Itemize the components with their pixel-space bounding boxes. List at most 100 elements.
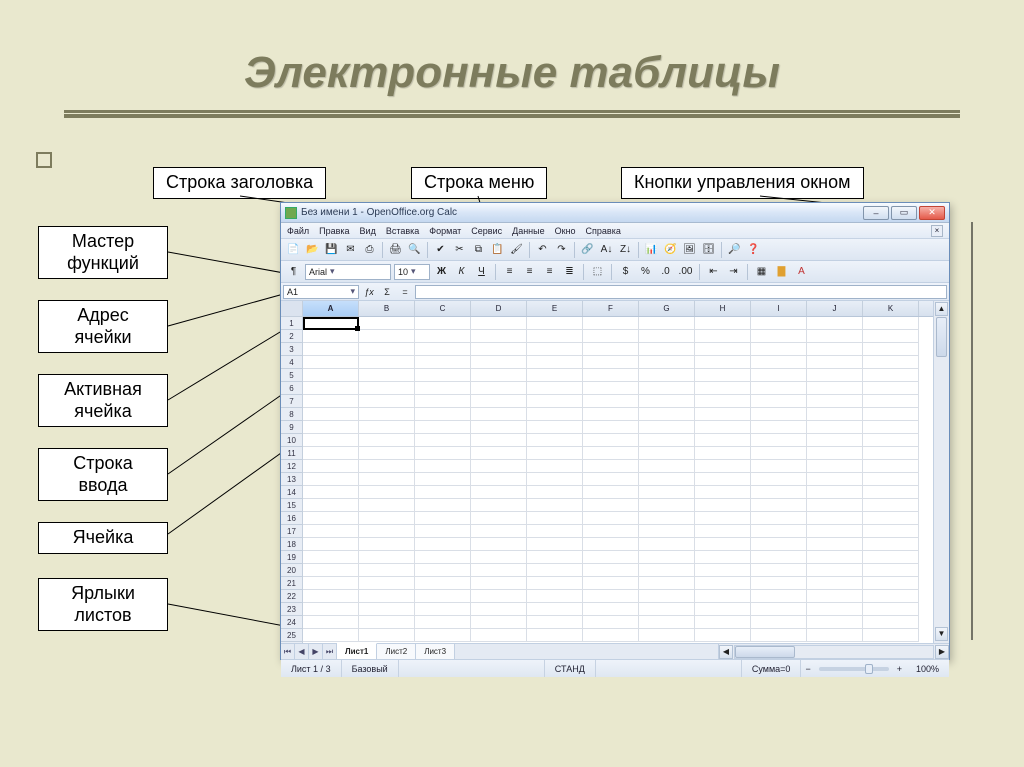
cell[interactable] [751, 551, 807, 564]
underline-icon[interactable]: Ч [473, 263, 490, 280]
scroll-up-icon[interactable]: ▲ [935, 302, 948, 316]
col-header-H[interactable]: H [695, 301, 751, 316]
cell[interactable] [751, 447, 807, 460]
cell[interactable] [807, 616, 863, 629]
cell[interactable] [807, 421, 863, 434]
cell[interactable] [415, 369, 471, 382]
cell[interactable] [415, 564, 471, 577]
cell[interactable] [695, 330, 751, 343]
cell[interactable] [583, 408, 639, 421]
cell[interactable] [695, 551, 751, 564]
zoom-slider[interactable] [819, 667, 889, 671]
cell[interactable] [751, 486, 807, 499]
row-header-7[interactable]: 7 [281, 395, 302, 408]
select-all-corner[interactable] [281, 301, 302, 317]
col-header-D[interactable]: D [471, 301, 527, 316]
cell[interactable] [583, 434, 639, 447]
cell[interactable] [751, 382, 807, 395]
cell[interactable] [359, 408, 415, 421]
cell[interactable] [303, 421, 359, 434]
cell[interactable] [695, 538, 751, 551]
cell[interactable] [359, 603, 415, 616]
cell[interactable] [471, 616, 527, 629]
cell[interactable] [415, 317, 471, 330]
cell[interactable] [583, 460, 639, 473]
cell[interactable] [695, 447, 751, 460]
cell[interactable] [751, 330, 807, 343]
cell[interactable] [863, 616, 919, 629]
cell[interactable] [303, 551, 359, 564]
navigator-icon[interactable]: 🧭 [662, 241, 679, 258]
cell[interactable] [751, 538, 807, 551]
cell[interactable] [303, 408, 359, 421]
cell[interactable] [639, 330, 695, 343]
find-icon[interactable]: 🔎 [726, 241, 743, 258]
cell[interactable] [527, 603, 583, 616]
cell[interactable] [359, 564, 415, 577]
cell[interactable] [359, 629, 415, 642]
cell[interactable] [471, 564, 527, 577]
zoom-thumb[interactable] [865, 664, 873, 674]
cell[interactable] [583, 499, 639, 512]
cell[interactable] [751, 369, 807, 382]
cell[interactable] [695, 317, 751, 330]
cell[interactable] [807, 330, 863, 343]
cell[interactable] [807, 603, 863, 616]
cell[interactable] [863, 447, 919, 460]
cell[interactable] [807, 564, 863, 577]
cells-area[interactable]: ABCDEFGHIJK [303, 301, 933, 643]
sheet-tab-bar[interactable]: ⏮ ◀ ▶ ⏭ Лист1 Лист2 Лист3 ◀ ▶ [281, 643, 949, 659]
print-icon[interactable]: 🖨 [387, 241, 404, 258]
cell[interactable] [471, 395, 527, 408]
cell[interactable] [807, 538, 863, 551]
cell[interactable] [359, 590, 415, 603]
cell[interactable] [751, 408, 807, 421]
cell[interactable] [527, 369, 583, 382]
cell[interactable] [527, 473, 583, 486]
cell[interactable] [359, 369, 415, 382]
cell[interactable] [303, 603, 359, 616]
menu-window[interactable]: Окно [555, 226, 576, 236]
cell[interactable] [639, 343, 695, 356]
row-header-5[interactable]: 5 [281, 369, 302, 382]
cell[interactable] [583, 330, 639, 343]
col-header-F[interactable]: F [583, 301, 639, 316]
col-header-J[interactable]: J [807, 301, 863, 316]
cell[interactable] [639, 460, 695, 473]
cell[interactable] [527, 616, 583, 629]
cell[interactable] [527, 564, 583, 577]
cell[interactable] [471, 434, 527, 447]
row-header-17[interactable]: 17 [281, 525, 302, 538]
zoom-plus-icon[interactable]: + [893, 664, 906, 674]
cell[interactable] [695, 564, 751, 577]
cell[interactable] [583, 551, 639, 564]
horizontal-scrollbar[interactable]: ◀ ▶ [719, 644, 949, 659]
cell[interactable] [527, 525, 583, 538]
copy-icon[interactable]: ⧉ [470, 241, 487, 258]
cell[interactable] [471, 356, 527, 369]
cell[interactable] [583, 564, 639, 577]
cell[interactable] [415, 512, 471, 525]
cell[interactable] [527, 512, 583, 525]
cell[interactable] [863, 356, 919, 369]
cell[interactable] [863, 551, 919, 564]
cell[interactable] [639, 473, 695, 486]
cell[interactable] [471, 460, 527, 473]
cell[interactable] [583, 616, 639, 629]
equals-icon[interactable]: = [397, 285, 413, 299]
cell[interactable] [863, 525, 919, 538]
cell[interactable] [303, 577, 359, 590]
tab-last-icon[interactable]: ⏭ [323, 644, 337, 659]
fontcolor-icon[interactable]: A [793, 263, 810, 280]
cell[interactable] [359, 551, 415, 564]
cell[interactable] [303, 564, 359, 577]
cell[interactable] [527, 330, 583, 343]
cell[interactable] [359, 499, 415, 512]
cell[interactable] [471, 603, 527, 616]
cell[interactable] [863, 369, 919, 382]
row-header-20[interactable]: 20 [281, 564, 302, 577]
cell[interactable] [695, 382, 751, 395]
cell[interactable] [695, 369, 751, 382]
cell[interactable] [863, 486, 919, 499]
row-header-18[interactable]: 18 [281, 538, 302, 551]
